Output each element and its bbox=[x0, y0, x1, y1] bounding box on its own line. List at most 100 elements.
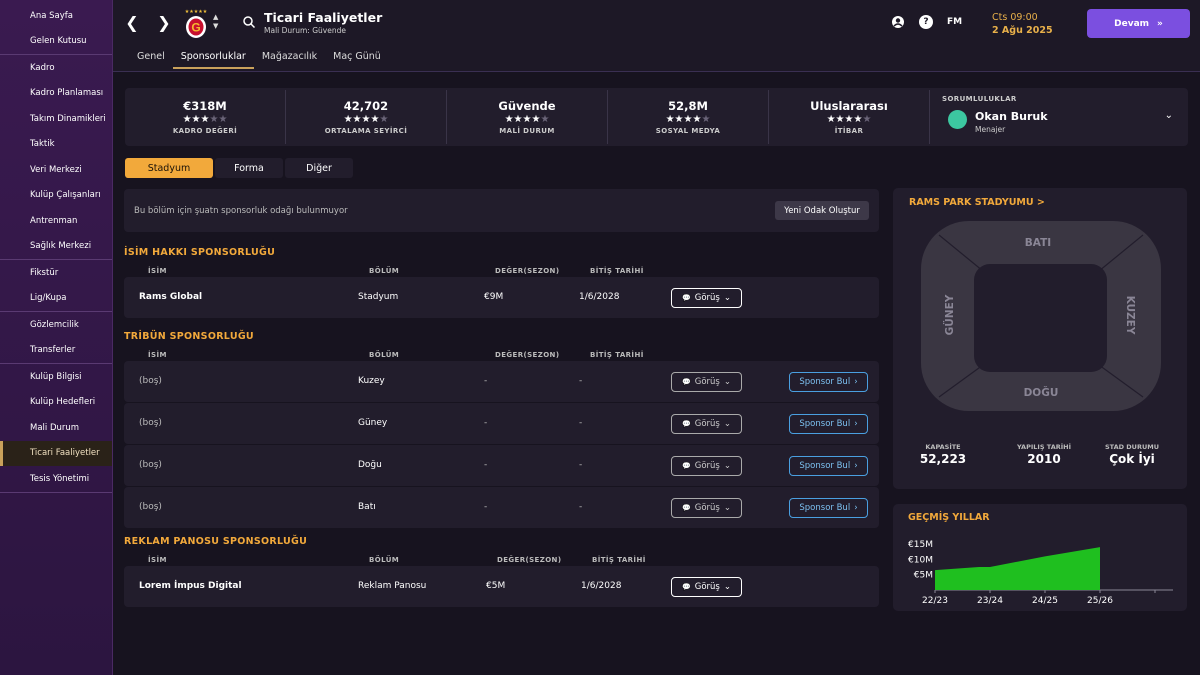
fm-logo-icon[interactable]: FM bbox=[947, 17, 962, 27]
y-tick-label: €15M bbox=[908, 540, 933, 550]
club-switch-icon[interactable]: ▲ ▼ bbox=[213, 13, 218, 31]
stadium-link[interactable]: RAMS PARK STADYUMU > bbox=[909, 197, 1045, 208]
subtab-forma[interactable]: Forma bbox=[215, 158, 283, 178]
sidebar-item-ana-sayfa[interactable]: Ana Sayfa bbox=[0, 3, 112, 29]
opinion-button[interactable]: 💬 Görüş ⌄ bbox=[671, 288, 742, 308]
table-row[interactable]: (boş) Doğu - - 💬 Görüş ⌄ Sponsor Bul › bbox=[124, 445, 879, 486]
find-sponsor-button[interactable]: Sponsor Bul › bbox=[789, 372, 868, 392]
sidebar-item-lig-kupa[interactable]: Lig/Kupa bbox=[0, 286, 112, 312]
stat-label: İTİBAR bbox=[834, 127, 864, 135]
sponsor-section: Doğu bbox=[358, 460, 382, 470]
stat-itibar[interactable]: Uluslararası ★★★★★ İTİBAR bbox=[769, 90, 930, 144]
history-area bbox=[935, 547, 1100, 590]
stat-ortalama-seyirci[interactable]: 42,702 ★★★★★ ORTALAMA SEYİRCİ bbox=[286, 90, 447, 144]
continue-label: Devam bbox=[1114, 18, 1150, 29]
opinion-label: Görüş bbox=[694, 582, 720, 592]
opinion-button[interactable]: 💬 Görüş ⌄ bbox=[671, 372, 742, 392]
chevron-down-icon[interactable]: ⌄ bbox=[1165, 110, 1173, 121]
back-arrow-icon[interactable]: ❮ bbox=[123, 12, 141, 32]
sidebar-item-ticari-faaliyetler[interactable]: Ticari Faaliyetler bbox=[0, 440, 112, 466]
sponsor-section: Güney bbox=[358, 418, 388, 428]
speech-bubble-icon: 💬 bbox=[682, 462, 691, 470]
y-tick-label: €5M bbox=[914, 571, 933, 581]
history-panel: GEÇMİŞ YILLAR €15M €10M €5M 22/23 23/24 24/25… bbox=[893, 504, 1187, 611]
sidebar-item-takim-dinamikleri[interactable]: Takım Dinamikleri bbox=[0, 106, 112, 132]
column-header-end: BİTİŞ TARİHİ bbox=[592, 556, 646, 564]
tab-magazacilik[interactable]: Mağazacılık bbox=[254, 48, 325, 69]
opinion-label: Görüş bbox=[694, 419, 720, 429]
built-label: YAPILIŞ TARİHİ bbox=[1016, 443, 1072, 451]
sidebar-item-veri-merkezi[interactable]: Veri Merkezi bbox=[0, 157, 112, 183]
find-sponsor-button[interactable]: Sponsor Bul › bbox=[789, 456, 868, 476]
table-row[interactable]: (boş) Güney - - 💬 Görüş ⌄ Sponsor Bul › bbox=[124, 403, 879, 444]
sidebar-item-kadro[interactable]: Kadro bbox=[0, 55, 112, 81]
club-crest-icon[interactable]: ★★★★★ G bbox=[185, 8, 207, 40]
stat-kadro-degeri[interactable]: €318M ★★★★★ KADRO DEĞERİ bbox=[125, 90, 286, 144]
search-icon[interactable] bbox=[243, 16, 255, 28]
sidebar-item-saglik-merkezi[interactable]: Sağlık Merkezi bbox=[0, 234, 112, 260]
find-sponsor-button[interactable]: Sponsor Bul › bbox=[789, 498, 868, 518]
star-icon: ★ bbox=[835, 114, 845, 125]
table-row[interactable]: (boş) Batı - - 💬 Görüş ⌄ Sponsor Bul › bbox=[124, 487, 879, 528]
tab-genel[interactable]: Genel bbox=[129, 48, 173, 69]
x-tick-label: 25/26 bbox=[1087, 596, 1113, 606]
column-header-value: DEĞER(SEZON) bbox=[495, 351, 560, 359]
sponsor-section: Reklam Panosu bbox=[358, 581, 427, 591]
sidebar-item-antrenman[interactable]: Antrenman bbox=[0, 208, 112, 234]
main-content: €318M ★★★★★ KADRO DEĞERİ 42,702 ★★★★★ ORTALAM… bbox=[113, 73, 1200, 675]
sidebar-item-kulup-calisanlari[interactable]: Kulüp Çalışanları bbox=[0, 183, 112, 209]
sidebar-item-gozlemcilik[interactable]: Gözlemcilik bbox=[0, 312, 112, 338]
opinion-button[interactable]: 💬 Görüş ⌄ bbox=[671, 498, 742, 518]
forward-arrow-icon[interactable]: ❯ bbox=[155, 12, 173, 32]
table-row[interactable]: (boş) Kuzey - - 💬 Görüş ⌄ Sponsor Bul › bbox=[124, 361, 879, 402]
sponsor-end-date: 1/6/2028 bbox=[579, 292, 620, 302]
stat-sosyal-medya[interactable]: 52,8M ★★★★★ SOSYAL MEDYA bbox=[608, 90, 769, 144]
find-sponsor-button[interactable]: Sponsor Bul › bbox=[789, 414, 868, 434]
section-title: REKLAM PANOSU SPONSORLUĞU bbox=[124, 536, 308, 547]
sponsor-value: - bbox=[484, 376, 488, 386]
continue-button[interactable]: Devam » bbox=[1087, 9, 1190, 38]
stadium-diagram: BATI DOĞU GÜNEY KUZEY bbox=[921, 221, 1161, 411]
subtab-stadyum[interactable]: Stadyum bbox=[125, 158, 213, 178]
sponsor-end-date: - bbox=[579, 502, 583, 512]
sidebar: Ana Sayfa Gelen Kutusu Kadro Kadro Planlama… bbox=[0, 0, 113, 675]
sidebar-item-transferler[interactable]: Transferler bbox=[0, 338, 112, 364]
help-icon[interactable]: ? bbox=[919, 15, 933, 29]
new-focus-button[interactable]: Yeni Odak Oluştur bbox=[775, 201, 869, 220]
sidebar-item-taktik[interactable]: Taktik bbox=[0, 132, 112, 158]
sidebar-item-gelen-kutusu[interactable]: Gelen Kutusu bbox=[0, 29, 112, 55]
sidebar-item-kulup-bilgisi[interactable]: Kulüp Bilgisi bbox=[0, 364, 112, 390]
stat-mali-durum[interactable]: Güvende ★★★★★ MALİ DURUM bbox=[447, 90, 608, 144]
opinion-button[interactable]: 💬 Görüş ⌄ bbox=[671, 577, 742, 597]
subtab-diger[interactable]: Diğer bbox=[285, 158, 353, 178]
sidebar-item-fikstur[interactable]: Fikstür bbox=[0, 260, 112, 286]
sidebar-group: Kadro Kadro Planlaması Takım Dinamikleri Ta… bbox=[0, 55, 112, 260]
sidebar-item-kadro-planlamasi[interactable]: Kadro Planlaması bbox=[0, 81, 112, 107]
tab-sponsorluklar[interactable]: Sponsorluklar bbox=[172, 48, 254, 69]
sidebar-item-mali-durum[interactable]: Mali Durum bbox=[0, 415, 112, 441]
table-row[interactable]: Lorem İmpus Digital Reklam Panosu €5M 1/6/2… bbox=[124, 566, 879, 607]
header-icons: ? FM bbox=[891, 15, 962, 29]
opinion-button[interactable]: 💬 Görüş ⌄ bbox=[671, 456, 742, 476]
person-icon[interactable] bbox=[891, 15, 905, 29]
find-sponsor-label: Sponsor Bul bbox=[799, 461, 851, 471]
capacity-label: KAPASİTE bbox=[925, 443, 961, 451]
sidebar-item-tesis-yonetimi[interactable]: Tesis Yönetimi bbox=[0, 466, 112, 492]
page-subtitle: Mali Durum: Güvende bbox=[264, 26, 346, 35]
table-row[interactable]: Rams Global Stadyum €9M 1/6/2028 💬 Görüş ⌄ bbox=[124, 277, 879, 318]
sidebar-group: Gözlemcilik Transferler bbox=[0, 312, 112, 364]
responsibilities-dropdown[interactable]: SORUMLULUKLAR Okan Buruk Menajer ⌄ bbox=[930, 88, 1185, 146]
stat-value: 52,8M bbox=[668, 99, 708, 113]
sponsor-value: €9M bbox=[484, 292, 504, 302]
opinion-button[interactable]: 💬 Görüş ⌄ bbox=[671, 414, 742, 434]
double-chevron-icon: » bbox=[1157, 18, 1163, 29]
speech-bubble-icon: 💬 bbox=[682, 378, 691, 386]
sidebar-item-kulup-hedefleri[interactable]: Kulüp Hedefleri bbox=[0, 390, 112, 416]
find-sponsor-label: Sponsor Bul bbox=[799, 377, 851, 387]
opinion-label: Görüş bbox=[694, 503, 720, 513]
star-icon: ★ bbox=[513, 114, 523, 125]
column-header-value: DEĞER(SEZON) bbox=[497, 556, 562, 564]
stat-value: Uluslararası bbox=[810, 99, 888, 113]
column-header-value: DEĞER(SEZON) bbox=[495, 267, 560, 275]
tab-mac-gunu[interactable]: Maç Günü bbox=[325, 48, 389, 69]
